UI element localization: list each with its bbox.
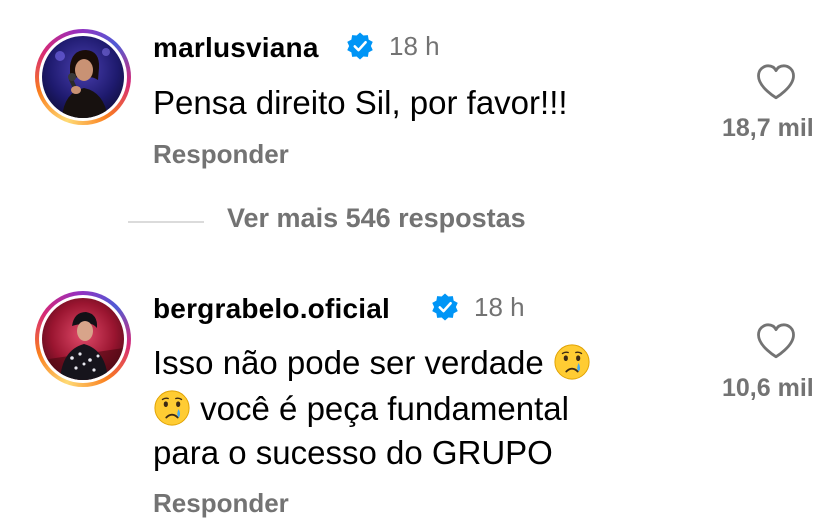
reply-button[interactable]: Responder [153,488,289,519]
comment-text: você é peça fundamental [200,390,569,427]
comment-username[interactable]: marlusviana [153,32,319,64]
heart-icon[interactable] [755,321,797,361]
comment-text-line-1: Isso não pode ser verdade [153,340,591,386]
crying-face-emoji [554,344,590,380]
view-more-replies-label[interactable]: Ver mais 546 respostas [227,203,526,234]
reply-button[interactable]: Responder [153,139,289,170]
comment-timestamp: 18 h [389,31,440,61]
avatar [42,36,124,118]
comment-text: Pensa direito Sil, por favor!!! [153,84,568,121]
avatar [42,298,124,380]
avatar-story-ring[interactable] [35,291,131,387]
comment-text: Isso não pode ser verdade [153,344,544,381]
comment-text-line-3: para o sucesso do GRUPO [153,430,553,476]
verified-badge-icon [432,293,458,321]
comment-timestamp: 18 h [474,292,525,322]
crying-face-emoji [154,390,190,426]
like-count: 18,7 mil [722,114,814,142]
verified-badge-icon [347,32,373,60]
comment-text: para o sucesso do GRUPO [153,434,553,471]
divider [128,221,204,223]
avatar-story-ring[interactable] [35,29,131,125]
comment-text-line-2: você é peça fundamental [153,386,569,432]
comment-username[interactable]: bergrabelo.oficial [153,293,390,325]
like-count: 10,6 mil [722,374,814,402]
heart-icon[interactable] [755,62,797,102]
